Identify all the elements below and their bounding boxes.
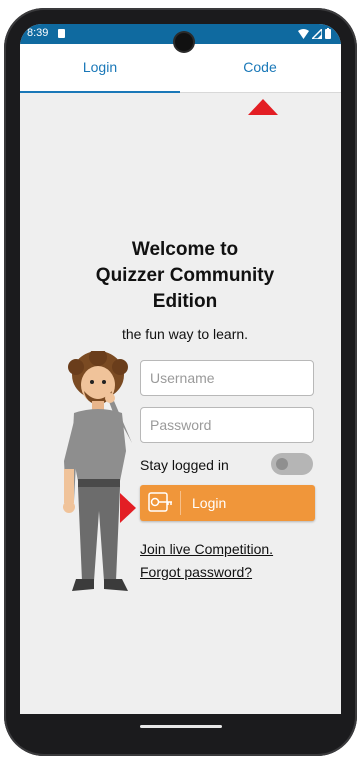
home-gesture-bar[interactable] xyxy=(140,725,222,728)
tab-active-indicator xyxy=(20,91,180,93)
password-input[interactable] xyxy=(140,407,314,443)
red-pointer-marker-right xyxy=(120,493,136,523)
login-button[interactable]: Login xyxy=(140,485,315,521)
welcome-title-line-1: Welcome to xyxy=(131,239,239,260)
status-icons xyxy=(298,28,331,39)
welcome-subtitle: the fun way to learn. xyxy=(121,326,249,342)
welcome-title-line-2: Quizzer Community xyxy=(95,265,275,286)
tab-login[interactable]: Login xyxy=(20,44,180,90)
welcome-title: Welcome to Quizzer Community Edition xyxy=(65,237,305,315)
login-button-divider xyxy=(180,491,181,515)
stay-logged-in-toggle[interactable] xyxy=(271,453,313,475)
forgot-password-link[interactable]: Forgot password? xyxy=(140,564,252,580)
login-button-label: Login xyxy=(192,495,227,511)
red-pointer-marker-up xyxy=(248,99,278,115)
front-camera xyxy=(175,33,193,51)
sd-card-icon xyxy=(58,29,65,38)
wifi-icon xyxy=(298,28,309,39)
tab-code[interactable]: Code xyxy=(180,44,340,90)
stay-logged-in-label: Stay logged in xyxy=(140,457,229,473)
toggle-knob xyxy=(276,458,288,470)
status-time: 8:39 xyxy=(27,27,49,39)
join-live-competition-link[interactable]: Join live Competition. xyxy=(140,541,273,557)
welcome-title-line-3: Edition xyxy=(152,291,218,312)
character-avatar xyxy=(63,351,132,591)
navigation-bar xyxy=(20,714,341,746)
key-icon xyxy=(148,492,172,512)
tab-bar: Login Code xyxy=(20,44,341,93)
battery-icon xyxy=(325,28,331,39)
signal-icon xyxy=(312,28,322,39)
username-input[interactable] xyxy=(140,360,314,396)
app-screen: 8:39 Login Code Welcome to Quizzer Commu… xyxy=(20,24,341,746)
